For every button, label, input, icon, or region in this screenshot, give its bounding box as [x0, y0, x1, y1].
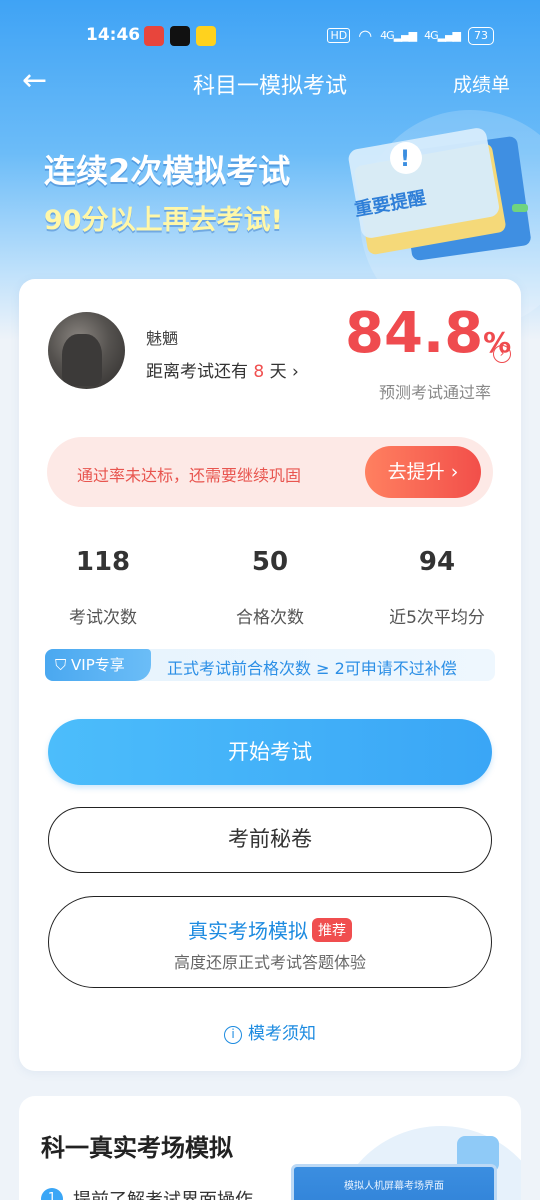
pass-rate-value: 84.8	[345, 301, 484, 366]
vip-tag-label: VIP专享	[71, 656, 125, 674]
shield-icon: ⛉	[55, 656, 67, 674]
pass-rate-detail-icon[interactable]: ›	[493, 345, 511, 363]
real-exam-simulation-button[interactable]: 真实考场模拟 推荐 高度还原正式考试答题体验	[48, 896, 492, 988]
exam-screen-illustration: 模拟人机屏幕考场界面	[291, 1164, 497, 1200]
stat-label: 近5次平均分	[389, 608, 485, 628]
toutiao-app-icon	[144, 26, 164, 46]
step-number: 1	[41, 1188, 63, 1200]
exam-summary-card: 魅魉 距离考试还有 8 天 › 84.8% › 预测考试通过率 通过率未达标，还…	[19, 279, 521, 1071]
battery-icon: 73	[468, 26, 494, 45]
svg-text:!: !	[400, 147, 410, 172]
start-exam-button[interactable]: 开始考试	[48, 719, 492, 785]
stat-label: 考试次数	[69, 608, 137, 628]
exam-countdown[interactable]: 距离考试还有 8 天 ›	[146, 357, 299, 382]
secret-paper-button[interactable]: 考前秘卷	[48, 807, 492, 873]
info-icon: i	[224, 1026, 242, 1044]
countdown-suffix: 天	[269, 362, 287, 382]
chevron-right-icon: ›	[292, 362, 299, 382]
avatar[interactable]	[48, 312, 125, 389]
sim-title: 真实考场模拟 推荐	[49, 915, 491, 944]
hd-indicator: HD	[327, 28, 351, 43]
stat-value: 50	[251, 547, 289, 577]
countdown-prefix: 距离考试还有	[146, 362, 248, 382]
important-notice-illustration: ! 重要提醒	[348, 128, 531, 261]
stat-value: 118	[75, 547, 131, 577]
pass-rate-alert: 通过率未达标，还需要继续巩固 去提升 ›	[47, 437, 493, 507]
pass-rate-label: 预测考试通过率	[378, 383, 491, 402]
username: 魅魉	[146, 329, 179, 348]
navigation-bar: ← 科目一模拟考试 成绩单	[0, 60, 540, 104]
exam-stats: 118 考试次数 50 合格次数 94 近5次平均分	[19, 547, 521, 637]
status-indicators: HD ◠ 4G▂▄▆ 4G▂▄▆ 73	[327, 26, 494, 45]
banner-subheadline: 90分以上再去考试!	[44, 205, 283, 236]
stat-label: 合格次数	[236, 608, 304, 628]
douyin-app-icon	[170, 26, 190, 46]
step-text: 提前了解考试界面操作	[73, 1186, 253, 1200]
stat-average-score: 94 近5次平均分	[357, 547, 517, 628]
stat-pass-count: 50 合格次数	[190, 547, 350, 628]
alert-text: 通过率未达标，还需要继续巩固	[77, 466, 302, 485]
section-title: 科一真实考场模拟	[41, 1134, 233, 1162]
notice-label: 模考须知	[248, 1024, 316, 1044]
improve-button[interactable]: 去提升 ›	[365, 446, 481, 498]
network-4g-2: 4G▂▄▆	[424, 29, 461, 42]
improve-button-label: 去提升	[387, 461, 445, 483]
pass-rate: 84.8%	[345, 301, 511, 366]
exam-notice-link[interactable]: i 模考须知	[19, 1019, 521, 1044]
scores-link[interactable]: 成绩单	[453, 70, 510, 97]
real-exam-section-card: 科一真实考场模拟 1 提前了解考试界面操作 模拟人机屏幕考场界面	[19, 1096, 521, 1200]
sim-subtitle: 高度还原正式考试答题体验	[173, 953, 366, 972]
stat-exam-count: 118 考试次数	[23, 547, 183, 628]
wifi-icon: ◠	[358, 26, 373, 45]
status-time: 14:46	[86, 25, 141, 45]
game-app-icon	[196, 26, 216, 46]
sim-title-text: 真实考场模拟	[188, 919, 308, 943]
vip-banner[interactable]: ⛉ VIP专享 正式考试前合格次数 ≥ 2可申请不过补偿	[45, 649, 495, 681]
banner-headline: 连续2次模拟考试	[44, 152, 291, 190]
network-4g-1: 4G▂▄▆	[380, 29, 417, 42]
vip-text: 正式考试前合格次数 ≥ 2可申请不过补偿	[167, 659, 457, 678]
stat-value: 94	[418, 547, 456, 577]
vip-tag: ⛉ VIP专享	[45, 649, 151, 681]
recommend-badge: 推荐	[312, 918, 352, 942]
countdown-days: 8	[253, 362, 265, 382]
